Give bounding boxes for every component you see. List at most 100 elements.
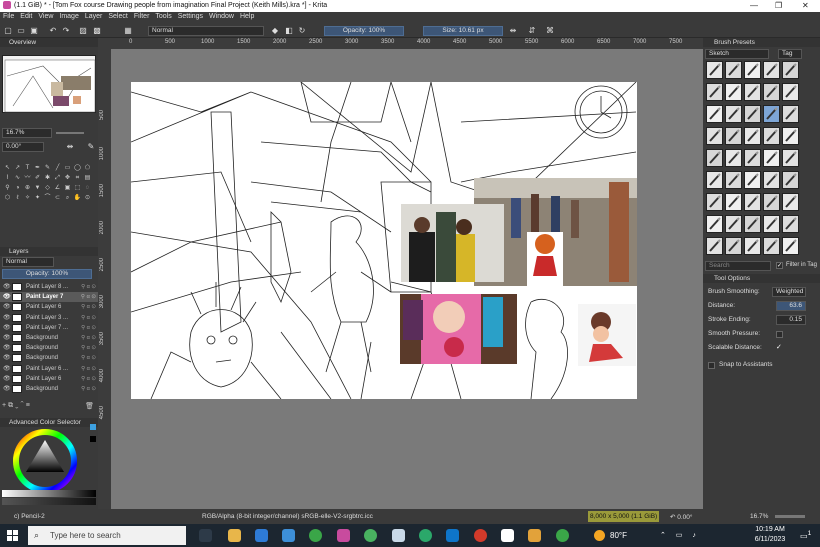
- smooth-pressure-checkbox[interactable]: [776, 331, 783, 338]
- color-picker-icon[interactable]: ⚲: [3, 184, 12, 193]
- menu-tools[interactable]: Tools: [152, 12, 174, 21]
- polygon-tool-icon[interactable]: ⬠: [83, 164, 92, 173]
- gradient-icon[interactable]: ▤: [83, 174, 92, 183]
- foreground-color-icon[interactable]: [110, 26, 120, 36]
- drawing-canvas[interactable]: [131, 82, 637, 399]
- visibility-eye-icon[interactable]: 👁: [3, 323, 11, 333]
- opacity-slider[interactable]: Opacity: 100%: [324, 26, 404, 36]
- multibrush-icon[interactable]: ✱: [43, 174, 52, 183]
- brush-preset-tile[interactable]: [725, 149, 742, 167]
- reload-preset-icon[interactable]: ↻: [297, 26, 307, 36]
- settings-taskbar-icon[interactable]: [446, 529, 459, 542]
- colorize-mask-icon[interactable]: ◑: [13, 184, 22, 193]
- layer-properties-icon[interactable]: ≡: [26, 402, 32, 409]
- brush-preset-tile[interactable]: [763, 127, 780, 145]
- reference-icon[interactable]: ▣: [63, 184, 72, 193]
- app-icon-orange[interactable]: [528, 529, 541, 542]
- brush-preset-tile[interactable]: [744, 127, 761, 145]
- preset-search-input[interactable]: Search: [705, 261, 771, 271]
- layer-row[interactable]: 👁 Paint Layer 3 ... ⚲ α ⊙: [0, 313, 98, 323]
- brush-preset-tile[interactable]: [744, 215, 761, 233]
- taskbar-search-input[interactable]: ⌕ Type here to search: [28, 526, 186, 545]
- weather-icon[interactable]: [594, 530, 605, 541]
- menu-view[interactable]: View: [35, 12, 56, 21]
- brush-preset-tile[interactable]: [706, 193, 723, 211]
- clock-date[interactable]: 6/11/2023: [750, 536, 790, 543]
- new-document-icon[interactable]: ▢: [3, 26, 13, 36]
- brush-preset-tile[interactable]: [725, 171, 742, 189]
- brush-preset-tile[interactable]: [725, 105, 742, 123]
- maximize-button[interactable]: ❐: [775, 1, 782, 10]
- system-tray-icons[interactable]: ⌃ ▭ ♪: [660, 531, 700, 539]
- brush-preset-tile[interactable]: [782, 215, 799, 233]
- preset-tag-select[interactable]: Sketch: [705, 49, 769, 59]
- polyline-icon[interactable]: ⌇: [3, 174, 12, 183]
- brush-preset-tile[interactable]: [763, 215, 780, 233]
- visibility-eye-icon[interactable]: 👁: [3, 333, 11, 343]
- layer-row[interactable]: 👁 Background ⚲ α ⊙: [0, 333, 98, 343]
- brush-presets-icon[interactable]: ▦: [123, 26, 133, 36]
- brush-preset-tile[interactable]: [725, 61, 742, 79]
- brush-preset-tile[interactable]: [706, 105, 723, 123]
- open-document-icon[interactable]: ▭: [16, 26, 26, 36]
- transform-icon[interactable]: ⤢: [53, 174, 62, 183]
- brush-preset-tile[interactable]: [782, 193, 799, 211]
- menu-help[interactable]: Help: [237, 12, 257, 21]
- pan-tool-icon[interactable]: ✋: [73, 194, 82, 203]
- brush-smoothing-select[interactable]: Weighted: [772, 287, 806, 297]
- menu-file[interactable]: File: [0, 12, 17, 21]
- brush-preset-tile[interactable]: [706, 149, 723, 167]
- brush-preset-tile[interactable]: [744, 193, 761, 211]
- measure-icon[interactable]: ∠: [53, 184, 62, 193]
- menu-edit[interactable]: Edit: [17, 12, 35, 21]
- chrome-profile-icon[interactable]: [364, 529, 377, 542]
- foreground-swatch[interactable]: [90, 424, 96, 430]
- shade-selector[interactable]: [2, 490, 96, 497]
- undo-icon[interactable]: ↶: [48, 26, 58, 36]
- polygon-select-icon[interactable]: ⬡: [3, 194, 12, 203]
- brush-preset-tile[interactable]: [725, 127, 742, 145]
- visibility-eye-icon[interactable]: 👁: [3, 353, 11, 363]
- file-explorer-icon[interactable]: [228, 529, 241, 542]
- mail-icon[interactable]: [282, 529, 295, 542]
- layer-property-icons[interactable]: ⚲ α ⊙: [81, 333, 96, 343]
- lock-icon[interactable]: ⊙: [83, 194, 92, 203]
- distance-input[interactable]: 63.6: [776, 301, 806, 311]
- layer-property-icons[interactable]: ⚲ α ⊙: [81, 384, 96, 394]
- store-icon[interactable]: [255, 529, 268, 542]
- zoom-select[interactable]: 16.7%: [2, 128, 52, 138]
- brush-preset-tile[interactable]: [744, 61, 761, 79]
- chrome-icon[interactable]: [309, 529, 322, 542]
- mirror-view-icon[interactable]: ⇹: [65, 142, 75, 152]
- layer-property-icons[interactable]: ⚲ α ⊙: [81, 282, 96, 292]
- snap-checkbox[interactable]: [708, 362, 715, 369]
- brush-preset-tile[interactable]: [706, 171, 723, 189]
- layer-row[interactable]: 👁 Paint Layer 8 ... ⚲ α ⊙: [0, 282, 98, 292]
- freehand-select-icon[interactable]: ℓ: [13, 194, 22, 203]
- menu-layer[interactable]: Layer: [82, 12, 106, 21]
- clock-time[interactable]: 10:19 AM: [750, 526, 790, 533]
- notepad-icon[interactable]: [501, 529, 514, 542]
- brush-preset-tile[interactable]: [782, 127, 799, 145]
- brush-preset-tile[interactable]: [782, 61, 799, 79]
- visibility-eye-icon[interactable]: 👁: [3, 384, 11, 394]
- rect-select-icon[interactable]: ⬚: [73, 184, 82, 193]
- menu-image[interactable]: Image: [56, 12, 81, 21]
- weather-temp[interactable]: 80°F: [610, 531, 627, 540]
- background-swatch[interactable]: [90, 436, 96, 442]
- pin-icon[interactable]: ✎: [86, 142, 96, 152]
- edit-shapes-icon[interactable]: ↗: [13, 164, 22, 173]
- brush-preset-tile[interactable]: [725, 237, 742, 255]
- brush-preset-tile[interactable]: [725, 193, 742, 211]
- bezier-select-icon[interactable]: ⌒: [43, 194, 52, 203]
- brush-preset-tile[interactable]: [706, 237, 723, 255]
- shade-selector-2[interactable]: [2, 498, 96, 505]
- layer-row[interactable]: 👁 Background ⚲ α ⊙: [0, 384, 98, 394]
- layer-row[interactable]: 👁 Background ⚲ α ⊙: [0, 343, 98, 353]
- minimize-button[interactable]: —: [750, 1, 758, 10]
- filter-in-tag-checkbox[interactable]: ✓: [776, 262, 783, 269]
- bezier-icon[interactable]: ∿: [13, 174, 22, 183]
- save-document-icon[interactable]: ▣: [29, 26, 39, 36]
- line-tool-icon[interactable]: ╱: [53, 164, 62, 173]
- brush-preset-tile[interactable]: [782, 105, 799, 123]
